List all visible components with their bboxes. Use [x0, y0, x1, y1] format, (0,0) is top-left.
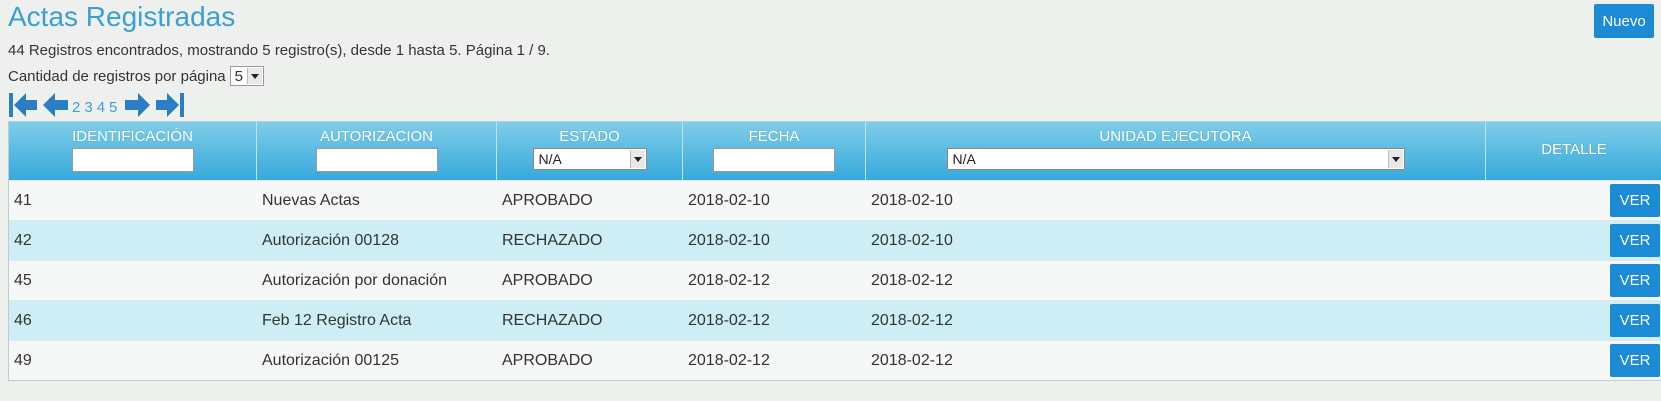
cell-fecha: 2018-02-10 [688, 231, 770, 249]
page-link[interactable]: 2 [72, 99, 80, 116]
per-page-label: Cantidad de registros por página [8, 67, 226, 85]
estado-filter-value: N/A [538, 151, 562, 167]
first-page-icon[interactable] [8, 92, 38, 118]
cell-unidad-ejecutora: 2018-02-10 [871, 231, 953, 249]
column-label: IDENTIFICACIÓN [72, 128, 193, 145]
cell-detalle: VER [1486, 304, 1661, 337]
column-autorizacion: AUTORIZACION [257, 122, 497, 180]
pagination: 2345 [8, 90, 185, 118]
cell-autorizacion: Autorización por donación [262, 271, 448, 289]
column-estado: ESTADO N/A [497, 122, 683, 180]
page-link[interactable]: 3 [84, 99, 92, 116]
fecha-filter-input[interactable] [713, 148, 835, 172]
cell-fecha: 2018-02-12 [688, 351, 770, 369]
column-label: DETALLE [1541, 141, 1607, 158]
autorizacion-filter-input[interactable] [315, 148, 438, 172]
unidad-filter-select[interactable]: N/A [946, 148, 1405, 170]
cell-detalle: VER [1486, 224, 1661, 257]
ver-button[interactable]: VER [1610, 224, 1660, 257]
new-button[interactable]: Nuevo [1594, 4, 1654, 38]
per-page-select[interactable]: 5 [229, 66, 264, 86]
table-row: 45 Autorización por donación APROBADO 2018-… [9, 260, 1661, 300]
column-identificacion: IDENTIFICACIÓN [9, 122, 257, 180]
column-fecha: FECHA [683, 122, 866, 180]
column-label: ESTADO [559, 128, 620, 145]
table-row: 49 Autorización 00125 APROBADO 2018-02-12 20… [9, 340, 1661, 380]
previous-page-icon[interactable] [42, 92, 70, 118]
table-row: 41 Nuevas Actas APROBADO 2018-02-10 2018-02-… [9, 180, 1661, 220]
per-page-value: 5 [234, 67, 243, 85]
unidad-filter-value: N/A [952, 151, 976, 167]
table-row: 42 Autorización 00128 RECHAZADO 2018-02-10 2… [9, 220, 1661, 260]
column-detalle: DETALLE [1486, 122, 1661, 180]
last-page-icon[interactable] [155, 92, 185, 118]
cell-estado: RECHAZADO [502, 311, 603, 329]
cell-estado: RECHAZADO [502, 231, 603, 249]
column-unidad-ejecutora: UNIDAD EJECUTORA N/A [866, 122, 1486, 180]
chevron-down-icon [629, 150, 645, 168]
next-page-icon[interactable] [123, 92, 151, 118]
cell-fecha: 2018-02-12 [688, 271, 770, 289]
ver-button[interactable]: VER [1610, 344, 1660, 377]
cell-unidad-ejecutora: 2018-02-12 [871, 311, 953, 329]
page-link[interactable]: 4 [97, 99, 105, 116]
cell-detalle: VER [1486, 264, 1661, 297]
page-links: 2345 [72, 99, 121, 116]
estado-filter-select[interactable]: N/A [532, 148, 647, 170]
table-body: 41 Nuevas Actas APROBADO 2018-02-10 2018-02-… [9, 180, 1661, 380]
cell-estado: APROBADO [502, 271, 593, 289]
cell-fecha: 2018-02-12 [688, 311, 770, 329]
cell-detalle: VER [1486, 184, 1661, 217]
table-row: 46 Feb 12 Registro Acta RECHAZADO 2018-02-1… [9, 300, 1661, 340]
ver-button[interactable]: VER [1610, 304, 1660, 337]
cell-estado: APROBADO [502, 351, 593, 369]
cell-unidad-ejecutora: 2018-02-10 [871, 191, 953, 209]
column-label: FECHA [748, 128, 800, 145]
cell-identificacion: 46 [14, 311, 32, 329]
cell-identificacion: 45 [14, 271, 32, 289]
page-title: Actas Registradas [8, 1, 236, 32]
per-page-control: Cantidad de registros por página 5 [8, 66, 264, 86]
cell-estado: APROBADO [502, 191, 593, 209]
cell-autorizacion: Nuevas Actas [262, 191, 360, 209]
cell-autorizacion: Autorización 00128 [262, 231, 399, 249]
chevron-down-icon [246, 68, 262, 84]
chevron-down-icon [1387, 150, 1403, 168]
cell-autorizacion: Feb 12 Registro Acta [262, 311, 412, 329]
cell-identificacion: 42 [14, 231, 32, 249]
results-summary: 44 Registros encontrados, mostrando 5 re… [8, 42, 550, 59]
cell-identificacion: 41 [14, 191, 32, 209]
cell-fecha: 2018-02-10 [688, 191, 770, 209]
page-link[interactable]: 5 [109, 99, 117, 116]
ver-button[interactable]: VER [1610, 264, 1660, 297]
cell-detalle: VER [1486, 344, 1661, 377]
cell-identificacion: 49 [14, 351, 32, 369]
table-header: IDENTIFICACIÓN AUTORIZACION ESTADO N/A F… [9, 122, 1661, 180]
cell-unidad-ejecutora: 2018-02-12 [871, 271, 953, 289]
actas-table: IDENTIFICACIÓN AUTORIZACION ESTADO N/A F… [8, 121, 1661, 381]
identificacion-filter-input[interactable] [71, 148, 194, 172]
column-label: UNIDAD EJECUTORA [1099, 128, 1252, 145]
cell-autorizacion: Autorización 00125 [262, 351, 399, 369]
ver-button[interactable]: VER [1610, 184, 1660, 217]
cell-unidad-ejecutora: 2018-02-12 [871, 351, 953, 369]
column-label: AUTORIZACION [319, 128, 434, 145]
